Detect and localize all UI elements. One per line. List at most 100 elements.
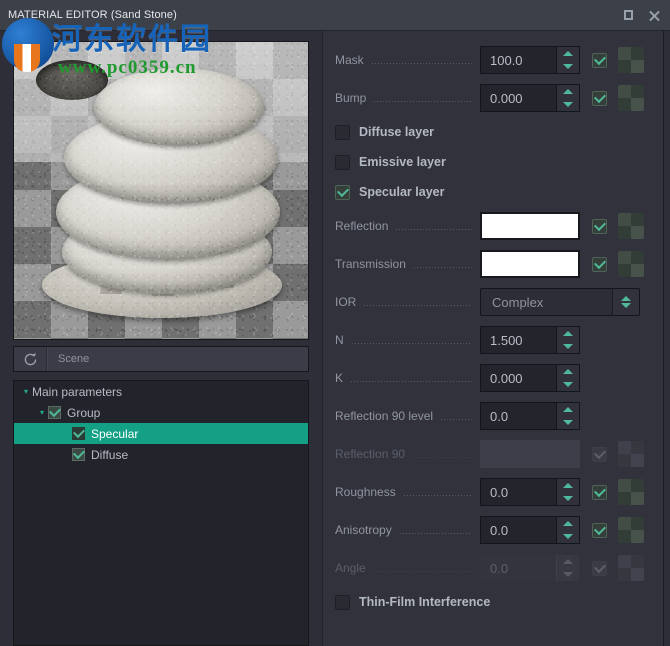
triangle-up-icon <box>563 407 573 412</box>
spinner-down-bump[interactable] <box>557 98 579 111</box>
enable-checkbox-anisotropy[interactable] <box>592 522 607 538</box>
chevron-down-icon[interactable]: ▾ <box>20 387 32 396</box>
texture-swatch-mask[interactable] <box>618 47 644 73</box>
swatch-quad <box>618 251 631 264</box>
spinner-value-roughness[interactable]: 0.0 <box>481 479 556 505</box>
spinner-up-anisotropy[interactable] <box>557 517 579 530</box>
param-row-mask: Mask 100.0 <box>323 41 663 79</box>
refresh-button[interactable] <box>14 347 47 371</box>
spinner-mask[interactable]: 100.0 <box>480 46 580 74</box>
scene-input[interactable]: Scene <box>47 347 308 371</box>
tree-item-specular[interactable]: Specular <box>14 423 308 444</box>
param-control-anisotropy: 0.0 <box>480 516 663 544</box>
material-preview[interactable] <box>13 41 309 340</box>
param-label-ior: IOR <box>335 295 357 309</box>
spinner-value-n[interactable]: 1.500 <box>481 327 556 353</box>
texture-swatch-anisotropy[interactable] <box>618 517 644 543</box>
spinner-up-n[interactable] <box>557 327 579 340</box>
texture-swatch-angle[interactable] <box>618 555 644 581</box>
enable-checkbox-reflection[interactable] <box>592 218 607 234</box>
dropdown-ior[interactable]: Complex <box>480 288 640 316</box>
checkbox-thin-film-interference[interactable] <box>335 594 350 610</box>
maximize-button[interactable] <box>620 7 636 23</box>
spinner-arrows-anisotropy <box>556 517 579 543</box>
color-swatch-reflection[interactable] <box>480 212 580 240</box>
layer-row-diffuse-layer[interactable]: Diffuse layer <box>323 117 663 147</box>
spinner-anisotropy[interactable]: 0.0 <box>480 516 580 544</box>
layer-label-thin-film-interference: Thin-Film Interference <box>359 595 491 609</box>
tree-item-main-parameters[interactable]: ▾ Main parameters <box>14 381 308 402</box>
triangle-up-icon <box>621 296 631 301</box>
leader-dots <box>371 62 472 64</box>
texture-swatch-reflection[interactable] <box>618 213 644 239</box>
spinner-down-roughness[interactable] <box>557 492 579 505</box>
preview-container <box>0 31 322 340</box>
checkbox-emissive-layer[interactable] <box>335 154 350 170</box>
texture-swatch-reflection-90[interactable] <box>618 441 644 467</box>
dropdown-arrows-ior[interactable] <box>612 289 639 315</box>
parameter-tree[interactable]: ▾ Main parameters ▾ Group Specular Diffuse <box>13 380 309 646</box>
triangle-down-icon <box>563 420 573 425</box>
swatch-quad <box>631 47 644 60</box>
layer-row-specular-layer[interactable]: Specular layer <box>323 177 663 207</box>
spinner-value-reflection-90-level[interactable]: 0.0 <box>481 403 556 429</box>
swatch-quad <box>631 454 644 467</box>
tree-item-checkbox[interactable] <box>48 405 61 419</box>
color-swatch-transmission[interactable] <box>480 250 580 278</box>
texture-swatch-transmission[interactable] <box>618 251 644 277</box>
tree-item-checkbox[interactable] <box>72 447 85 461</box>
swatch-quad <box>631 530 644 543</box>
param-label-n: N <box>335 333 344 347</box>
close-button[interactable] <box>646 7 662 23</box>
texture-swatch-bump[interactable] <box>618 85 644 111</box>
close-icon <box>648 9 661 22</box>
enable-checkbox-transmission[interactable] <box>592 256 607 272</box>
enable-checkbox-angle[interactable] <box>592 560 607 576</box>
spinner-roughness[interactable]: 0.0 <box>480 478 580 506</box>
spinner-down-mask[interactable] <box>557 60 579 73</box>
param-control-roughness: 0.0 <box>480 478 663 506</box>
spinner-up-roughness[interactable] <box>557 479 579 492</box>
spinner-down-anisotropy[interactable] <box>557 530 579 543</box>
leader-dots <box>441 418 472 420</box>
chevron-down-icon[interactable]: ▾ <box>36 408 48 417</box>
spinner-n[interactable]: 1.500 <box>480 326 580 354</box>
swatch-quad <box>631 441 644 454</box>
spinner-down-k[interactable] <box>557 378 579 391</box>
tree-item-checkbox[interactable] <box>72 426 85 440</box>
texture-swatch-roughness[interactable] <box>618 479 644 505</box>
spinner-value-bump[interactable]: 0.000 <box>481 85 556 111</box>
spinner-value-mask[interactable]: 100.0 <box>481 47 556 73</box>
tree-item-diffuse[interactable]: Diffuse <box>14 444 308 465</box>
spinner-down-reflection-90-level[interactable] <box>557 416 579 429</box>
layer-row-emissive-layer[interactable]: Emissive layer <box>323 147 663 177</box>
checkbox-diffuse-layer[interactable] <box>335 124 350 140</box>
spinner-value-k[interactable]: 0.000 <box>481 365 556 391</box>
spinner-down-n[interactable] <box>557 340 579 353</box>
checkbox-specular-layer[interactable] <box>335 184 350 200</box>
enable-checkbox-bump[interactable] <box>592 90 607 106</box>
window-title: MATERIAL EDITOR (Sand Stone) <box>8 9 177 21</box>
enable-checkbox-roughness[interactable] <box>592 484 607 500</box>
spinner-reflection-90-level[interactable]: 0.0 <box>480 402 580 430</box>
spinner-up-bump[interactable] <box>557 85 579 98</box>
spinner-bump[interactable]: 0.000 <box>480 84 580 112</box>
spinner-up-mask[interactable] <box>557 47 579 60</box>
spinner-k[interactable]: 0.000 <box>480 364 580 392</box>
spinner-up-k[interactable] <box>557 365 579 378</box>
swatch-quad <box>618 479 631 492</box>
swatch-quad <box>618 47 631 60</box>
param-row-angle: Angle 0.0 <box>323 549 663 587</box>
layer-row-thin-film-interference[interactable]: Thin-Film Interference <box>323 587 663 617</box>
leader-dots <box>413 266 472 268</box>
triangle-down-icon <box>563 382 573 387</box>
param-label-transmission: Transmission <box>335 257 406 271</box>
spinner-value-anisotropy[interactable]: 0.0 <box>481 517 556 543</box>
triangle-down-icon <box>563 572 573 577</box>
enable-checkbox-reflection-90[interactable] <box>592 446 607 462</box>
parameter-rows: Mask 100.0 Bump 0.000 Diffuse layer Emissive … <box>323 31 663 646</box>
spinner-up-reflection-90-level[interactable] <box>557 403 579 416</box>
param-row-roughness: Roughness 0.0 <box>323 473 663 511</box>
tree-item-group[interactable]: ▾ Group <box>14 402 308 423</box>
enable-checkbox-mask[interactable] <box>592 52 607 68</box>
